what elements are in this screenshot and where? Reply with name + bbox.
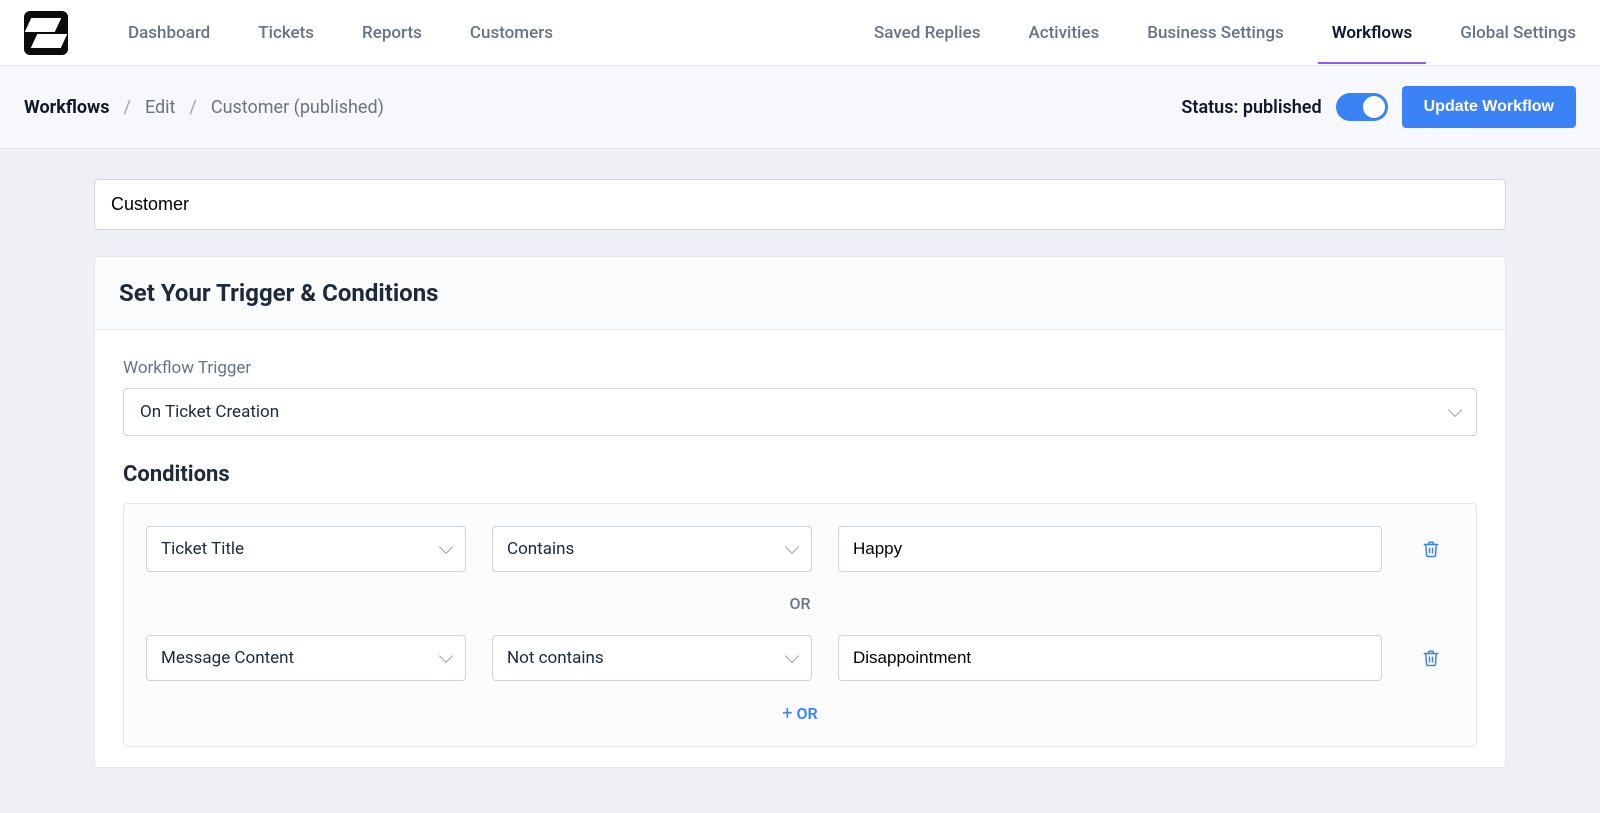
nav-workflows[interactable]: Workflows [1332,3,1413,63]
condition-value-input[interactable] [838,635,1382,681]
nav-customers[interactable]: Customers [470,3,553,63]
status-controls: Status: published Update Workflow [1181,86,1576,128]
nav-dashboard[interactable]: Dashboard [128,3,210,63]
condition-op-select[interactable]: Contains [492,526,812,572]
trash-icon [1422,539,1440,559]
select-value: Ticket Title [161,539,244,559]
chevron-down-icon [785,649,799,663]
page-body: Set Your Trigger & Conditions Workflow T… [0,149,1600,798]
top-navbar: Dashboard Tickets Reports Customers Save… [0,0,1600,66]
condition-op-select[interactable]: Not contains [492,635,812,681]
condition-field-select[interactable]: Ticket Title [146,526,466,572]
nav-reports[interactable]: Reports [362,3,422,63]
trigger-select-value: On Ticket Creation [140,402,279,422]
nav-business-settings[interactable]: Business Settings [1147,3,1283,63]
status-label: Status: published [1181,97,1321,118]
delete-condition-button[interactable] [1408,539,1454,559]
nav-left-group: Dashboard Tickets Reports Customers [128,3,553,63]
breadcrumb-bar: Workflows / Edit / Customer (published) … [0,66,1600,149]
trash-icon [1422,648,1440,668]
chevron-down-icon [439,649,453,663]
chevron-down-icon [1448,403,1462,417]
condition-row: Ticket Title Contains [146,526,1454,572]
card-body: Workflow Trigger On Ticket Creation Cond… [95,330,1505,767]
app-logo[interactable] [24,11,68,55]
trigger-select[interactable]: On Ticket Creation [123,388,1477,436]
breadcrumb-root[interactable]: Workflows [24,97,110,118]
workflow-title-input[interactable] [94,179,1506,230]
card-header: Set Your Trigger & Conditions [95,257,1505,330]
breadcrumb-sep: / [189,97,196,118]
conditions-box: Ticket Title Contains OR Message [123,503,1477,747]
trigger-label: Workflow Trigger [123,358,1477,378]
breadcrumb-edit[interactable]: Edit [145,97,175,118]
delete-condition-button[interactable] [1408,648,1454,668]
select-value: Not contains [507,648,604,668]
add-or-label: OR [797,704,818,723]
condition-value-input[interactable] [838,526,1382,572]
nav-saved-replies[interactable]: Saved Replies [874,3,980,63]
or-divider: OR [146,572,1454,635]
breadcrumb: Workflows / Edit / Customer (published) [24,97,384,118]
chevron-down-icon [785,540,799,554]
add-or-button[interactable]: + OR [146,681,1454,724]
update-workflow-button[interactable]: Update Workflow [1402,86,1576,128]
select-value: Message Content [161,648,294,668]
breadcrumb-sep: / [124,97,131,118]
toggle-knob [1363,96,1385,118]
chevron-down-icon [439,540,453,554]
nav-right-group: Saved Replies Activities Business Settin… [874,3,1576,63]
conditions-title: Conditions [123,462,1477,487]
nav-tickets[interactable]: Tickets [258,3,314,63]
publish-toggle[interactable] [1336,93,1388,121]
nav-activities[interactable]: Activities [1028,3,1099,63]
nav-global-settings[interactable]: Global Settings [1460,3,1576,63]
select-value: Contains [507,539,574,559]
condition-row: Message Content Not contains [146,635,1454,681]
plus-icon: + [782,703,792,724]
trigger-card: Set Your Trigger & Conditions Workflow T… [94,256,1506,768]
breadcrumb-leaf: Customer (published) [211,97,384,118]
condition-field-select[interactable]: Message Content [146,635,466,681]
